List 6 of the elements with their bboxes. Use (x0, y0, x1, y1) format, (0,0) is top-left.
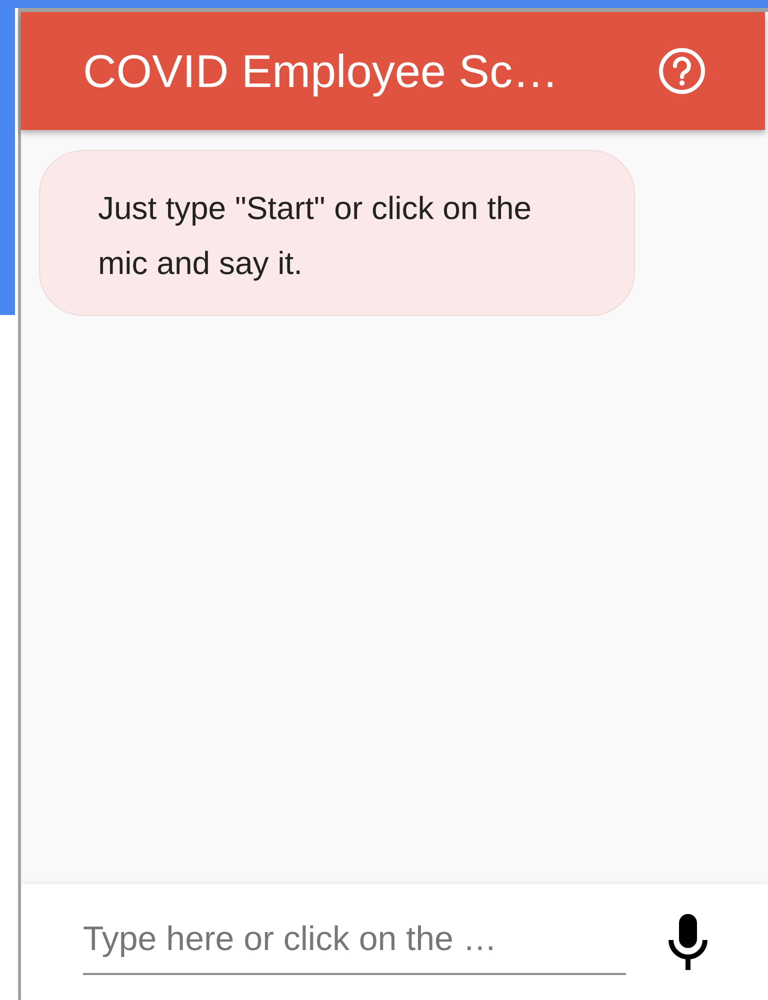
chat-title: COVID Employee Sc… (83, 44, 560, 98)
input-bar[interactable]: Type here or click on the … (21, 884, 768, 1000)
message-input[interactable]: Type here or click on the … (83, 910, 626, 974)
message-bubble: Just type "Start" or click on the mic and say it. (39, 150, 635, 316)
microphone-icon[interactable] (666, 914, 710, 970)
help-icon[interactable] (657, 46, 707, 96)
